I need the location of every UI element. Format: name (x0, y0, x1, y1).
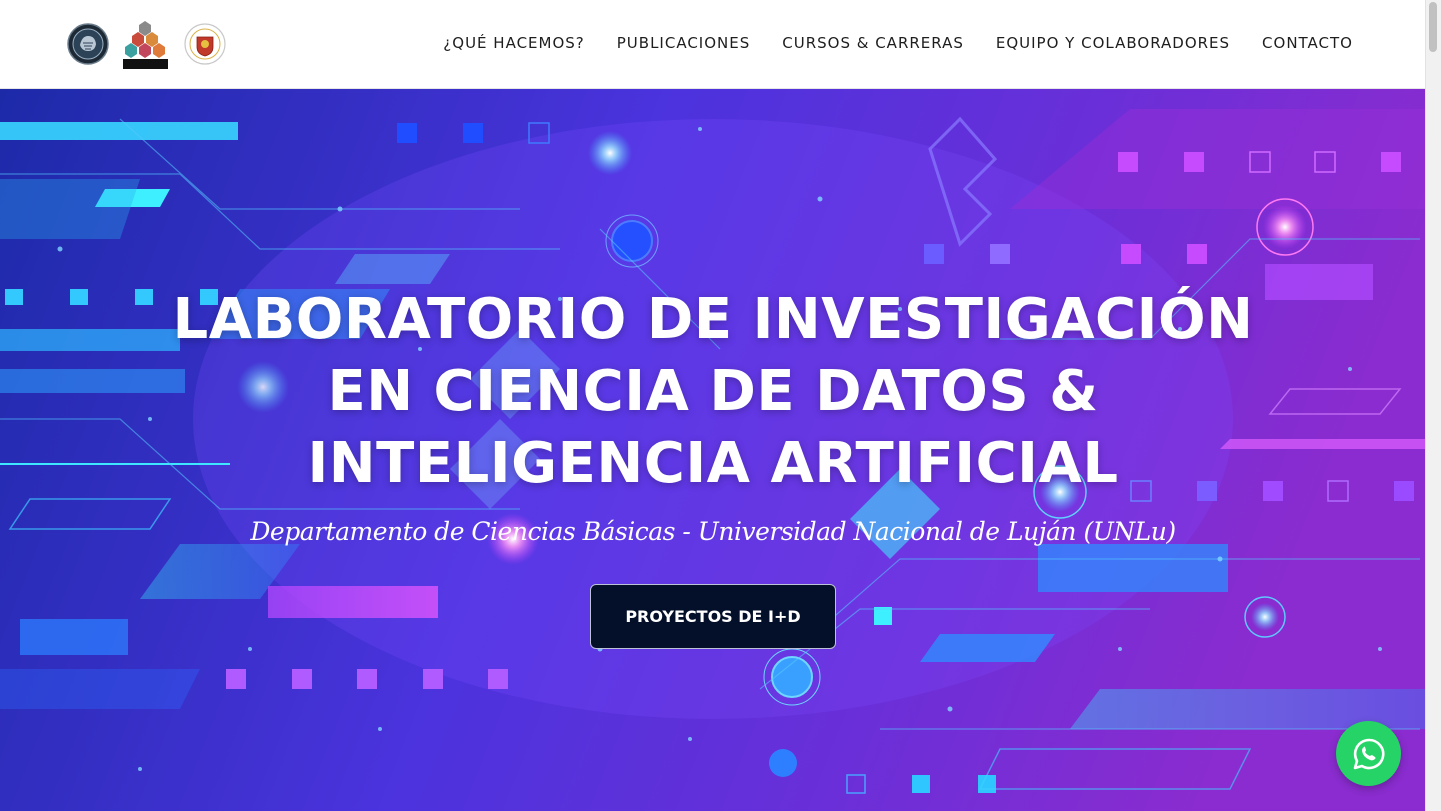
lab-logo-icon[interactable] (67, 23, 109, 65)
site-header: ¿QUÉ HACEMOS? PUBLICACIONES CURSOS & CAR… (0, 0, 1426, 89)
hero-subtitle: Departamento de Ciencias Básicas - Unive… (250, 517, 1176, 546)
nav-item-equipo-colaboradores[interactable]: EQUIPO Y COLABORADORES (996, 34, 1230, 52)
proyectos-button[interactable]: PROYECTOS DE I+D (590, 584, 836, 649)
page-scrollbar[interactable] (1425, 0, 1441, 811)
unlu-logo-icon[interactable] (184, 23, 226, 65)
hero-title: LABORATORIO DE INVESTIGACIÓN EN CIENCIA … (172, 287, 1254, 496)
nav-item-publicaciones[interactable]: PUBLICACIONES (617, 34, 751, 52)
whatsapp-icon (1353, 738, 1384, 769)
ciencias-basicas-logo-icon[interactable] (123, 19, 168, 69)
whatsapp-button[interactable] (1336, 721, 1401, 786)
scrollbar-thumb[interactable] (1429, 2, 1437, 52)
nav-item-que-hacemos[interactable]: ¿QUÉ HACEMOS? (443, 34, 584, 52)
nav-item-contacto[interactable]: CONTACTO (1262, 34, 1353, 52)
hero-banner: LABORATORIO DE INVESTIGACIÓN EN CIENCIA … (0, 89, 1426, 811)
main-nav: ¿QUÉ HACEMOS? PUBLICACIONES CURSOS & CAR… (443, 34, 1353, 52)
nav-item-cursos-carreras[interactable]: CURSOS & CARRERAS (782, 34, 964, 52)
